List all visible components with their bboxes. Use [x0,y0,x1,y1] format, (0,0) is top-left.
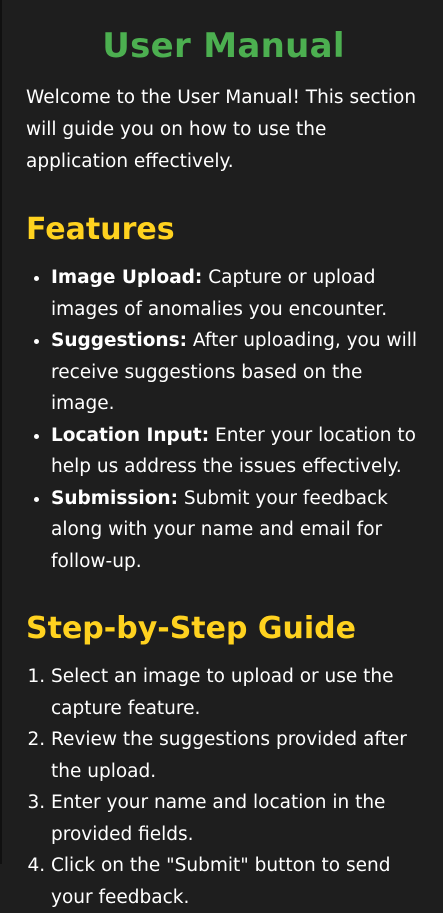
features-list: Image Upload: Capture or upload images o… [26,262,421,577]
step-item: Enter your name and location in the prov… [51,787,421,850]
feature-term: Submission: [51,487,178,509]
intro-text: Welcome to the User Manual! This section… [26,87,417,172]
feature-item-suggestions: Suggestions: After uploading, you will r… [51,325,421,420]
steps-list: Select an image to upload or use the cap… [26,661,421,913]
step-item: Click on the "Submit" button to send you… [51,850,421,913]
features-heading: Features [26,212,175,247]
feature-item-image-upload: Image Upload: Capture or upload images o… [51,262,421,325]
step-item: Review the suggestions provided after th… [51,724,421,787]
feature-item-submission: Submission: Submit your feedback along w… [51,483,421,578]
page-title: User Manual [102,26,345,66]
guide-heading: Step-by-Step Guide [26,611,356,646]
feature-item-location-input: Location Input: Enter your location to h… [51,420,421,483]
feature-term: Location Input: [51,424,210,446]
user-manual-page: User Manual Welcome to the User Manual! … [0,0,443,908]
step-item: Select an image to upload or use the cap… [51,661,421,724]
feature-term: Suggestions: [51,330,188,351]
feature-term: Image Upload: [51,267,203,288]
